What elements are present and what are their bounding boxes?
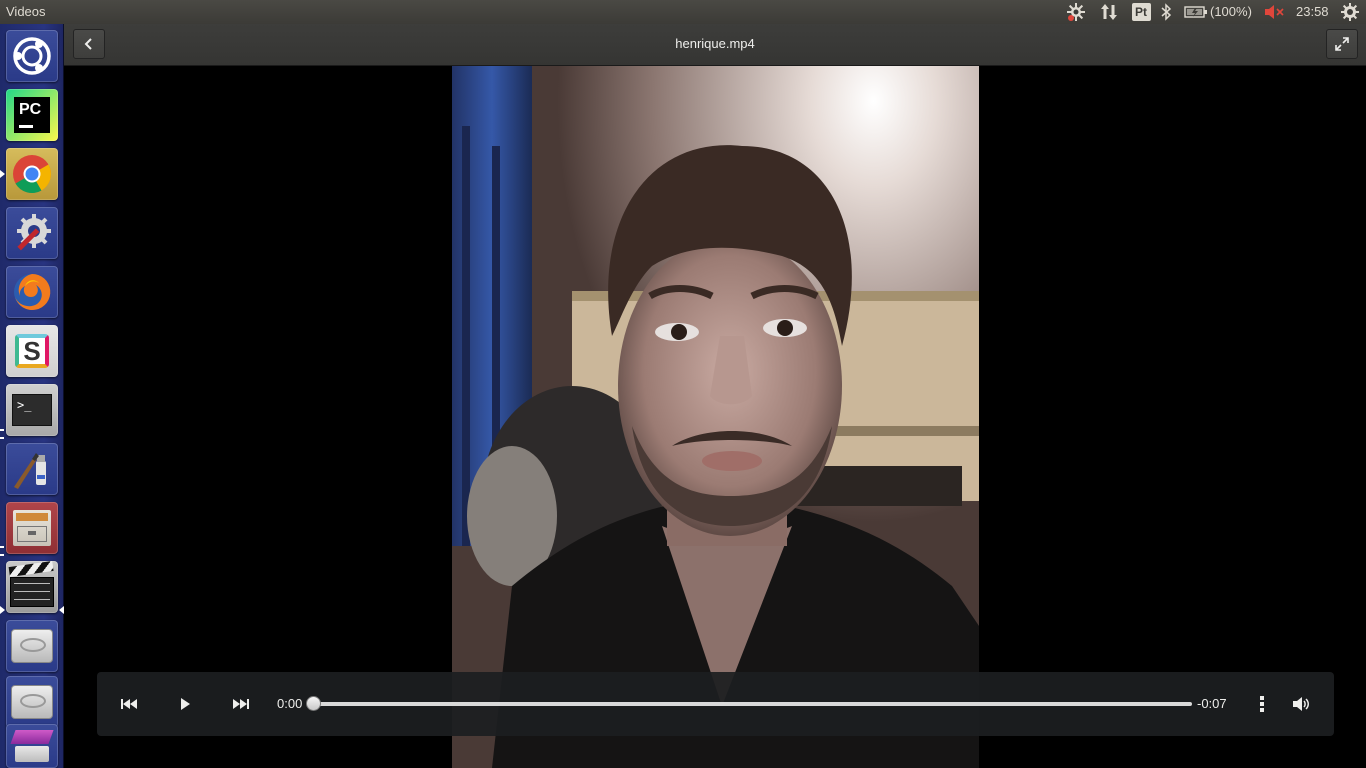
video-frame[interactable] xyxy=(452,66,979,768)
chrome-icon[interactable] xyxy=(6,148,58,200)
cabinet-icon[interactable] xyxy=(6,502,58,554)
hard-drive-icon[interactable] xyxy=(6,676,58,728)
app-name: Videos xyxy=(6,4,46,19)
slack-icon[interactable]: S xyxy=(6,325,58,377)
time-remaining: -0:07 xyxy=(1197,696,1227,711)
clock[interactable]: 23:58 xyxy=(1296,4,1329,19)
top-panel: Videos Pt (100%) 23:58 xyxy=(0,0,1366,24)
dash-ubuntu-logo-icon[interactable] xyxy=(6,30,58,82)
previous-button[interactable] xyxy=(117,692,141,716)
video-content xyxy=(452,66,979,768)
fullscreen-icon xyxy=(1335,37,1349,51)
installer-icon[interactable] xyxy=(6,724,58,768)
running-indicator xyxy=(0,429,4,439)
battery-icon[interactable] xyxy=(1184,2,1208,22)
running-indicator xyxy=(0,606,5,614)
header-bar: henrique.mp4 xyxy=(64,24,1366,66)
video-area[interactable] xyxy=(64,66,1366,768)
volume-muted-icon[interactable] xyxy=(1263,2,1285,22)
volume-icon xyxy=(1293,697,1309,711)
fullscreen-button[interactable] xyxy=(1326,29,1358,59)
seek-bar[interactable] xyxy=(312,702,1192,706)
time-elapsed: 0:00 xyxy=(277,696,303,711)
video-title: henrique.mp4 xyxy=(675,36,755,51)
skip-forward-icon xyxy=(233,699,249,709)
volume-button[interactable] xyxy=(1289,692,1313,716)
skip-back-icon xyxy=(121,699,137,709)
seek-handle[interactable] xyxy=(305,696,321,711)
play-icon xyxy=(181,698,190,710)
pycharm-icon[interactable]: PC xyxy=(6,89,58,141)
settings-alert-icon[interactable] xyxy=(1066,2,1086,22)
play-button[interactable] xyxy=(173,692,197,716)
network-icon[interactable] xyxy=(1099,2,1119,22)
clapperboard-icon[interactable] xyxy=(6,561,58,613)
firefox-icon[interactable] xyxy=(6,266,58,318)
bluetooth-icon[interactable] xyxy=(1157,2,1175,22)
vertical-dots-icon xyxy=(1260,696,1264,712)
terminal-icon[interactable]: >_ xyxy=(6,384,58,436)
running-indicator xyxy=(0,170,5,178)
running-indicator xyxy=(0,546,4,556)
battery-percentage: (100%) xyxy=(1210,4,1252,19)
session-gear-icon[interactable] xyxy=(1340,2,1360,22)
settings-wrench-icon[interactable] xyxy=(6,207,58,259)
pt-keyboard-indicator[interactable]: Pt xyxy=(1131,2,1151,22)
launcher: PC S >_ xyxy=(0,24,64,768)
hard-drive-icon[interactable] xyxy=(6,620,58,672)
pt-label: Pt xyxy=(1131,3,1151,21)
next-button[interactable] xyxy=(229,692,253,716)
playback-controls: 0:00 -0:07 xyxy=(97,672,1334,736)
paint-brush-icon[interactable] xyxy=(6,443,58,495)
more-options-button[interactable] xyxy=(1250,692,1274,716)
